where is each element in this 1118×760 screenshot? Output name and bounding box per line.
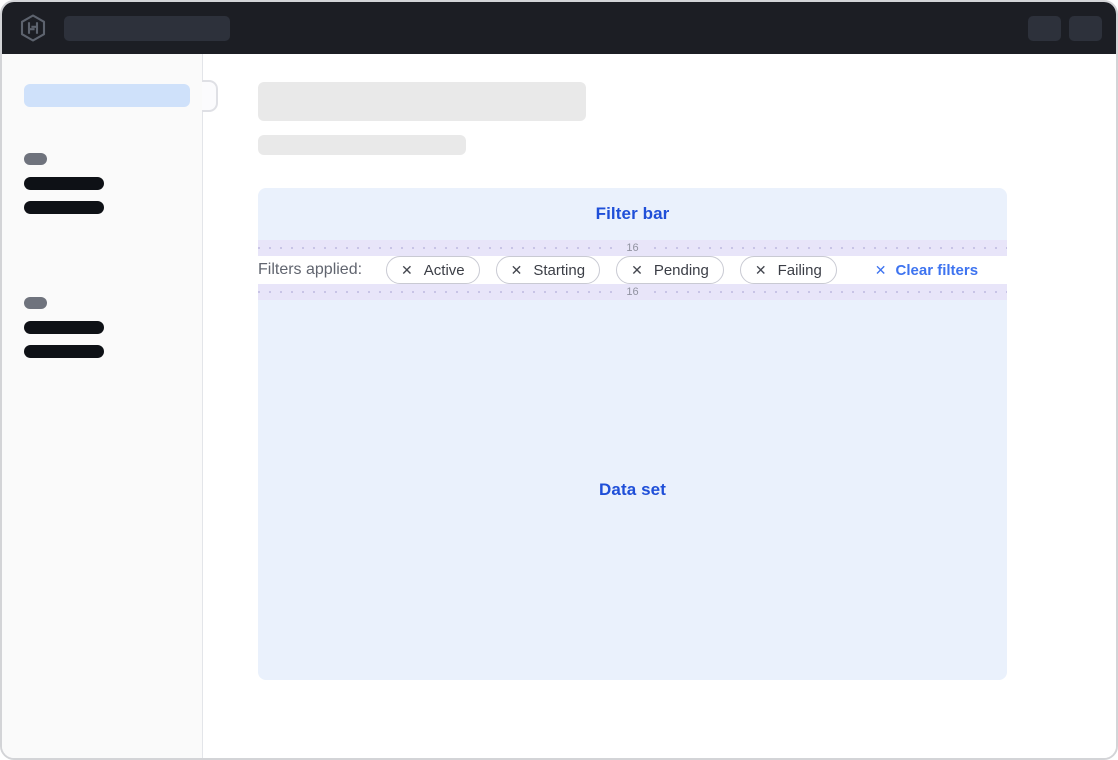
filter-pill-label: Pending [654,262,709,279]
page-title-skeleton [258,82,586,121]
filter-pill-failing[interactable]: ✕ Failing [740,256,837,284]
data-set-region: Data set [258,300,1007,680]
remove-icon[interactable]: ✕ [631,263,643,277]
filter-bar-region: Filter bar [258,188,1007,240]
sidebar-nav-item-skeleton-2[interactable] [24,201,104,214]
filters-applied-row: Filters applied: ✕ Active ✕ Starting ✕ P… [258,256,1007,284]
filter-pill-group: ✕ Active ✕ Starting ✕ Pending ✕ Failing [386,256,837,284]
clear-filters-icon[interactable]: ✕ [875,263,887,277]
sidebar-toggle-handle[interactable] [202,80,218,112]
sidebar-nav-item-skeleton-1[interactable] [24,177,104,190]
spacing-indicator-top: 16 [258,240,1007,256]
sidebar-active-item-skeleton[interactable] [24,84,190,107]
sidebar-nav-item-skeleton-3[interactable] [24,321,104,334]
spacing-value-top: 16 [616,240,648,256]
hashicorp-logo-icon[interactable] [18,12,48,44]
filter-pill-pending[interactable]: ✕ Pending [616,256,724,284]
filters-applied-label: Filters applied: [258,261,362,279]
spacing-value-bottom: 16 [616,284,648,300]
filter-bar-label: Filter bar [596,204,670,224]
page-subtitle-skeleton [258,135,466,155]
filter-pill-label: Starting [533,262,585,279]
topbar-action-skeleton-2[interactable] [1069,16,1102,41]
remove-icon[interactable]: ✕ [511,263,523,277]
sidebar-section-label-skeleton-1 [24,153,47,165]
sidebar-section-label-skeleton-2 [24,297,47,309]
filter-pill-active[interactable]: ✕ Active [386,256,480,284]
app-window: Filter bar 16 Filters applied: ✕ Active … [0,0,1118,760]
global-search-skeleton[interactable] [64,16,230,41]
remove-icon[interactable]: ✕ [401,263,413,277]
clear-filters-label: Clear filters [896,262,979,279]
filter-pill-label: Failing [778,262,822,279]
clear-filters-button[interactable]: ✕ Clear filters [875,262,978,279]
filter-pill-starting[interactable]: ✕ Starting [496,256,600,284]
data-set-label: Data set [599,480,666,500]
sidebar-nav-item-skeleton-4[interactable] [24,345,104,358]
main-content: Filter bar 16 Filters applied: ✕ Active … [204,54,1116,758]
remove-icon[interactable]: ✕ [755,263,767,277]
sidebar [2,54,203,758]
topbar-action-skeleton-1[interactable] [1028,16,1061,41]
spacing-indicator-bottom: 16 [258,284,1007,300]
topbar [2,2,1116,54]
filter-pill-label: Active [424,262,465,279]
